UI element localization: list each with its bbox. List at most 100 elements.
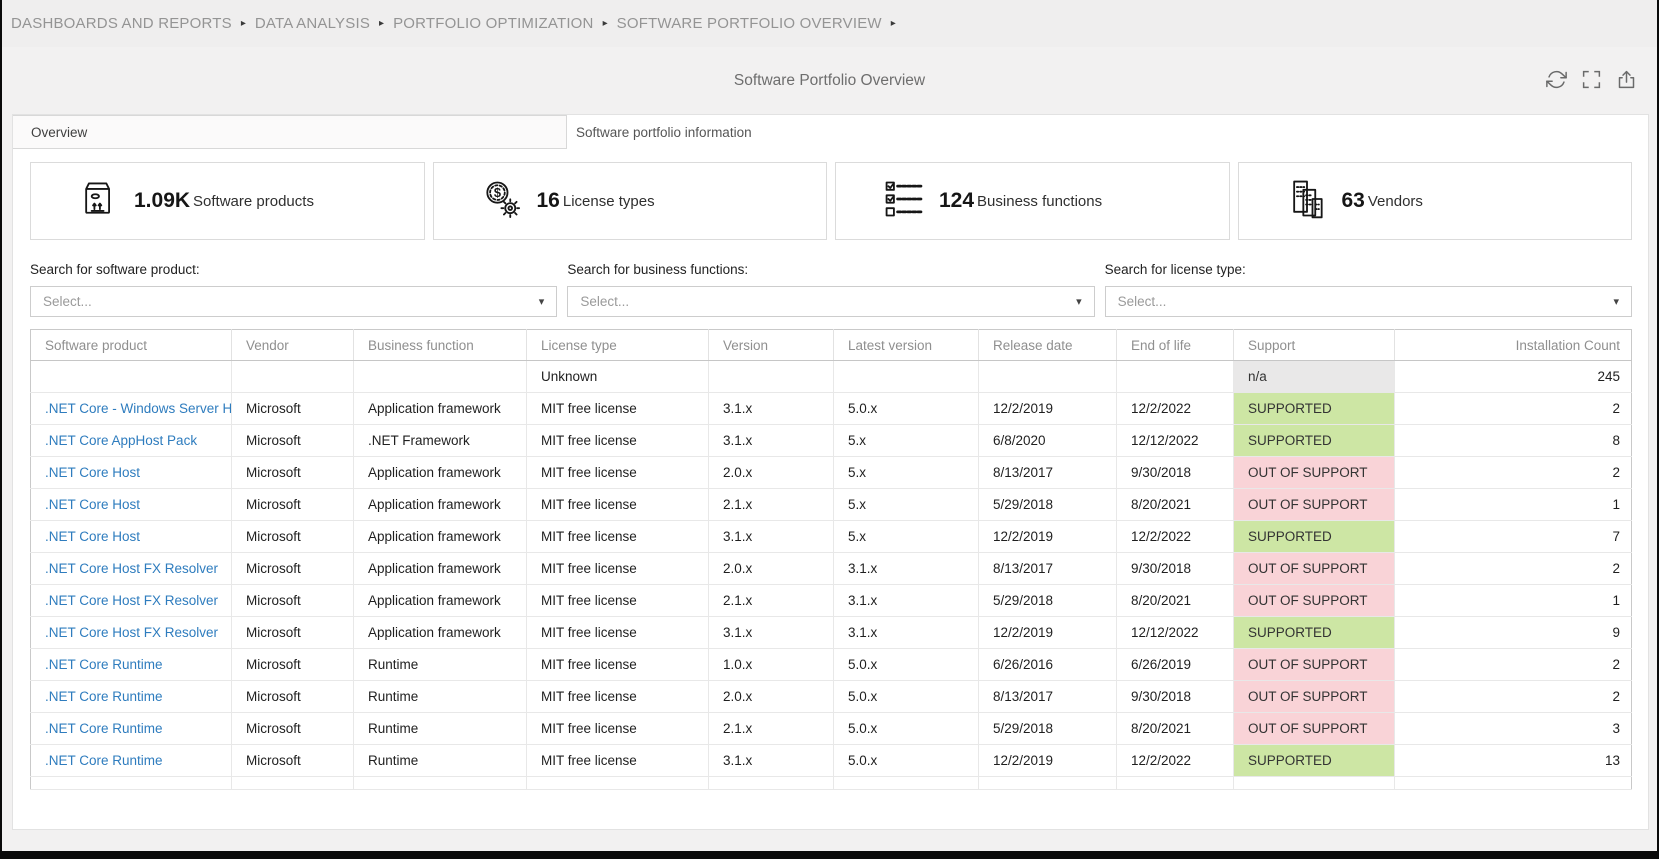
cell-version: 2.1.x — [708, 488, 834, 521]
column-header-installation-count[interactable]: Installation Count — [1394, 329, 1632, 361]
cell-vendor: Microsoft — [231, 392, 354, 425]
software-product-link[interactable]: .NET Core Host — [45, 465, 140, 480]
package-icon — [77, 177, 121, 226]
cell-vendor: Microsoft — [231, 616, 354, 649]
fullscreen-icon[interactable] — [1581, 69, 1602, 90]
software-product-link[interactable]: .NET Core Host — [45, 529, 140, 544]
cell-support-status-badge: SUPPORTED — [1233, 616, 1395, 649]
dashboard-header: Software Portfolio Overview — [2, 47, 1657, 114]
cell-support-status-badge: SUPPORTED — [1233, 424, 1395, 457]
license-type-select[interactable]: Select... ▾ — [1104, 286, 1632, 317]
table-row: .NET Core Runtime Microsoft Runtime MIT … — [30, 680, 1632, 713]
kpi-value: 124 — [939, 189, 975, 212]
breadcrumb-item[interactable]: DATA ANALYSIS ▸ — [255, 15, 393, 32]
chevron-down-icon: ▾ — [1613, 296, 1619, 308]
column-header-version[interactable]: Version — [708, 329, 834, 361]
cell-vendor: Microsoft — [231, 584, 354, 617]
cell-end-of-life: 12/2/2022 — [1116, 392, 1234, 425]
filter-label: Search for business functions: — [567, 262, 749, 277]
refresh-icon[interactable] — [1546, 69, 1567, 90]
table-row: .NET Core - Windows Server H... Microsof… — [30, 392, 1632, 425]
kpi-value: 16 — [536, 189, 560, 212]
cell-latest-version — [833, 360, 979, 393]
table-row: .NET Core Runtime Microsoft Runtime MIT … — [30, 712, 1632, 745]
cell-business-function: .NET Framework — [353, 424, 527, 457]
chevron-down-icon: ▾ — [538, 296, 545, 308]
tab-software-portfolio-information[interactable]: Software portfolio information — [576, 115, 752, 149]
software-product-link[interactable]: .NET Core Runtime — [45, 689, 163, 704]
cell-release-date: 12/2/2019 — [978, 744, 1117, 777]
cell-software-product — [30, 360, 232, 393]
breadcrumb-item[interactable]: PORTFOLIO OPTIMIZATION ▸ — [393, 15, 617, 32]
tab-overview[interactable]: Overview — [13, 115, 567, 149]
cell-end-of-life: 6/26/2019 — [1116, 648, 1234, 681]
table-row: .NET Core Host FX Resolver Microsoft App… — [30, 584, 1632, 617]
software-product-link[interactable]: .NET Core Runtime — [45, 657, 163, 672]
column-header-vendor[interactable]: Vendor — [231, 329, 354, 361]
cell-version: 2.0.x — [708, 456, 834, 489]
column-header-support[interactable]: Support — [1233, 329, 1395, 361]
cell-business-function: Application framework — [353, 552, 527, 585]
cell-latest-version: 5.0.x — [833, 744, 979, 777]
software-product-link[interactable]: .NET Core Host FX Resolver — [45, 625, 218, 640]
cell-vendor — [231, 360, 354, 393]
table-row: .NET Core AppHost Pack Microsoft .NET Fr… — [30, 424, 1632, 457]
cell-support-status-badge — [1233, 776, 1395, 790]
cell-support-status-badge: OUT OF SUPPORT — [1233, 456, 1395, 489]
cell-vendor: Microsoft — [231, 744, 354, 777]
select-placeholder: Select... — [43, 294, 92, 309]
filter-business-functions: Search for business functions: Select...… — [567, 262, 1095, 317]
cell-vendor: Microsoft — [231, 520, 354, 553]
export-icon[interactable] — [1616, 69, 1637, 90]
cell-business-function — [353, 360, 527, 393]
software-product-link[interactable]: .NET Core Host — [45, 497, 140, 512]
cell-version — [708, 776, 834, 790]
cell-latest-version: 5.0.x — [833, 648, 979, 681]
cell-installation-count: 3 — [1394, 712, 1632, 745]
software-product-link[interactable]: .NET Core - Windows Server H... — [45, 401, 231, 416]
software-product-link[interactable]: .NET Core Host FX Resolver — [45, 593, 218, 608]
software-product-select[interactable]: Select... ▾ — [30, 286, 558, 317]
cell-release-date: 6/8/2020 — [978, 424, 1117, 457]
software-product-link[interactable]: .NET Core Host FX Resolver — [45, 561, 218, 576]
cell-business-function: Application framework — [353, 584, 527, 617]
software-product-link[interactable]: .NET Core AppHost Pack — [45, 433, 197, 448]
cell-support-status-badge: SUPPORTED — [1233, 520, 1395, 553]
software-product-link[interactable]: .NET Core Runtime — [45, 753, 163, 768]
kpi-vendors: 63 Vendors — [1237, 162, 1632, 240]
breadcrumb-item-label[interactable]: SOFTWARE PORTFOLIO OVERVIEW — [617, 15, 882, 32]
cell-release-date: 5/29/2018 — [978, 584, 1117, 617]
cell-release-date: 12/2/2019 — [978, 520, 1117, 553]
cell-installation-count: 8 — [1394, 424, 1632, 457]
column-header-business-function[interactable]: Business function — [353, 329, 527, 361]
cell-installation-count: 1 — [1394, 584, 1632, 617]
column-header-license-type[interactable]: License type — [526, 329, 709, 361]
cell-license-type: MIT free license — [526, 584, 709, 617]
dashboard-panel: Overview Software portfolio information — [12, 114, 1649, 830]
cell-version: 3.1.x — [708, 520, 834, 553]
breadcrumb-separator-icon: ▸ — [890, 18, 896, 29]
cell-installation-count: 7 — [1394, 520, 1632, 553]
column-header-release-date[interactable]: Release date — [978, 329, 1117, 361]
breadcrumb-separator-icon: ▸ — [240, 18, 246, 29]
column-header-software-product[interactable]: Software product — [30, 329, 232, 361]
cell-release-date: 5/29/2018 — [978, 488, 1117, 521]
software-product-link[interactable]: .NET Core Runtime — [45, 721, 163, 736]
breadcrumb-item[interactable]: SOFTWARE PORTFOLIO OVERVIEW ▸ — [617, 15, 905, 32]
cell-license-type: MIT free license — [526, 744, 709, 777]
cell-end-of-life — [1116, 776, 1234, 790]
breadcrumb-item-label[interactable]: DASHBOARDS AND REPORTS — [11, 15, 232, 32]
breadcrumb-item-label[interactable]: PORTFOLIO OPTIMIZATION — [393, 15, 594, 32]
cell-license-type: MIT free license — [526, 488, 709, 521]
kpi-label: License types — [562, 192, 655, 210]
breadcrumb-item-label[interactable]: DATA ANALYSIS — [255, 15, 370, 32]
cell-latest-version: 5.x — [833, 488, 979, 521]
column-header-latest-version[interactable]: Latest version — [833, 329, 979, 361]
cell-vendor: Microsoft — [231, 424, 354, 457]
buildings-icon — [1285, 177, 1329, 226]
column-header-end-of-life[interactable]: End of life — [1116, 329, 1234, 361]
breadcrumb-item[interactable]: DASHBOARDS AND REPORTS ▸ — [11, 15, 255, 32]
business-functions-select[interactable]: Select... ▾ — [567, 286, 1095, 317]
cell-vendor: Microsoft — [231, 712, 354, 745]
cell-license-type — [526, 776, 709, 790]
